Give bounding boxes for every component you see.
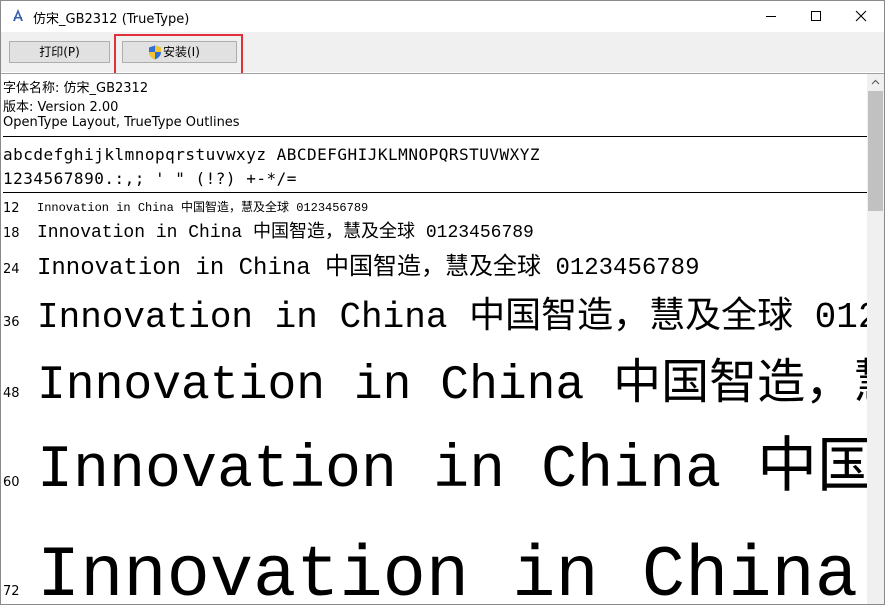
close-icon <box>855 10 867 22</box>
sample-text: Innovation in China 中国智造，慧及全球 0123456789 <box>37 255 700 282</box>
print-button[interactable]: 打印(P) <box>9 41 110 63</box>
sample-size-label: 36 <box>3 315 20 330</box>
sample-size-label: 72 <box>3 584 20 599</box>
window-title: 仿宋_GB2312 (TrueType) <box>33 12 190 27</box>
minimize-button[interactable] <box>748 1 794 32</box>
sample-text: Innovation in China 中国智造，慧及全球 0123456789 <box>37 201 369 215</box>
close-button[interactable] <box>838 1 884 32</box>
sample-text: Innovation in China 中国智造，慧及全球 0123456789 <box>37 223 534 243</box>
charset-symbols: 1234567890.:,; ' " (!?) +-*/= <box>3 169 297 188</box>
sample-size-label: 48 <box>3 386 20 401</box>
sample-size-label: 12 <box>3 201 20 216</box>
maximize-icon <box>811 11 821 21</box>
sample-size-label: 60 <box>3 475 20 490</box>
sample-text: Innovation in China 中国智造，慧及全球 0123456789 <box>37 359 867 413</box>
divider <box>3 136 867 137</box>
sample-text: Innovation in China 中国智造，慧及全球 0123456789 <box>37 437 867 505</box>
charset-letters: abcdefghijklmnopqrstuvwxyz ABCDEFGHIJKLM… <box>3 145 541 164</box>
divider <box>3 192 867 193</box>
install-highlight-box <box>114 34 243 75</box>
font-type-line: OpenType Layout, TrueType Outlines <box>3 115 240 130</box>
sample-text: Innovation in China 中国智造，慧及全球 0123456789 <box>37 535 867 604</box>
scroll-up-icon[interactable] <box>867 74 884 91</box>
maximize-button[interactable] <box>793 1 839 32</box>
font-viewer-window: 仿宋_GB2312 (TrueType) 打印(P) 安装(I) 字体名称: 仿… <box>0 0 885 605</box>
sample-size-label: 24 <box>3 262 20 277</box>
font-app-icon <box>13 9 23 21</box>
scrollbar-thumb[interactable] <box>868 91 883 211</box>
font-name-line: 字体名称: 仿宋_GB2312 <box>3 81 149 96</box>
title-bar: 仿宋_GB2312 (TrueType) <box>1 1 884 32</box>
vertical-scrollbar[interactable] <box>867 74 884 604</box>
font-version-line: 版本: Version 2.00 <box>3 100 119 115</box>
sample-size-label: 18 <box>3 226 20 241</box>
minimize-icon <box>766 16 776 17</box>
font-preview-area: 字体名称: 仿宋_GB2312 版本: Version 2.00 OpenTyp… <box>1 74 867 604</box>
sample-text: Innovation in China 中国智造，慧及全球 0123456789 <box>37 297 867 338</box>
print-button-label: 打印(P) <box>39 45 80 59</box>
